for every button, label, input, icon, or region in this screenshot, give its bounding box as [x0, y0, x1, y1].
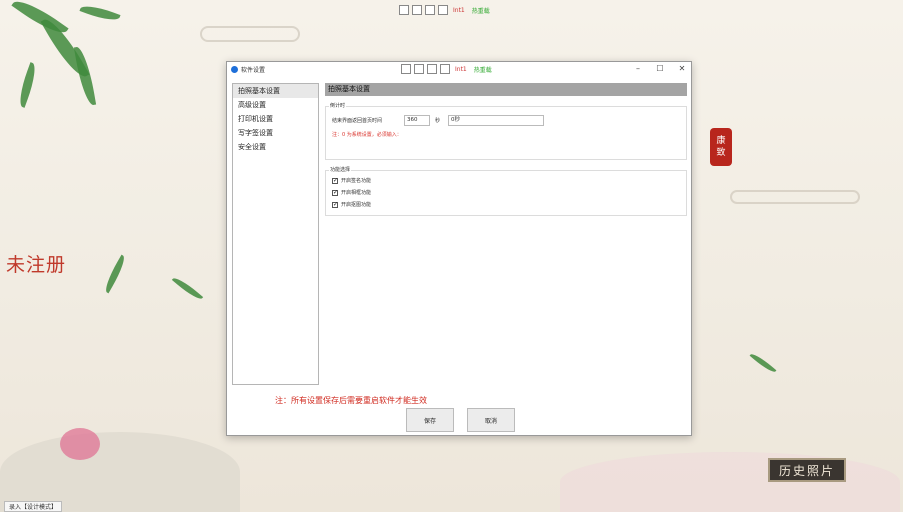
seal-stamp: 康 致: [710, 128, 732, 166]
toolbar-counter: Int1: [453, 6, 465, 14]
window-controls: – ☐ ✕: [633, 64, 687, 73]
settings-sidebar: 拍照基本设置 高级设置 打印机设置 写字签设置 安全设置: [232, 83, 319, 385]
group-title: 倒计时: [329, 102, 347, 109]
toolbar-icon[interactable]: [438, 5, 448, 15]
seal-char: 康: [716, 136, 726, 146]
signature-option[interactable]: 开启签名功能: [332, 177, 371, 184]
cutout-option[interactable]: 开启抠图功能: [332, 201, 371, 208]
unit-label: 秒: [435, 118, 441, 124]
toolbar-icon[interactable]: [425, 5, 435, 15]
sidebar-item-printer[interactable]: 打印机设置: [233, 112, 318, 126]
toolbar-icon[interactable]: [414, 64, 424, 74]
countdown-group: 倒计时 结束界面返回首页时间 360 秒 0秒 注：0 为系统设置，必须输入：: [325, 102, 687, 160]
checkbox-label: 开启签名功能: [341, 178, 372, 184]
unregistered-label: 未注册: [6, 254, 67, 276]
checkbox[interactable]: [332, 201, 338, 208]
sidebar-item-photo-basic[interactable]: 拍照基本设置: [233, 84, 318, 98]
countdown-note: 注：0 为系统设置，必须输入：: [332, 132, 402, 138]
features-group: 功能选择 开启签名功能 开启相框功能 开启抠图功能: [325, 166, 687, 216]
group-title: 功能选择: [329, 166, 352, 173]
toolbar-icon[interactable]: [399, 5, 409, 15]
settings-dialog: 软件设置 Int1 热重载 – ☐ ✕ 拍照基本设置 高级设置 打印机设置 写字…: [226, 61, 692, 436]
frame-option[interactable]: 开启相框功能: [332, 189, 371, 196]
toolbar-icon[interactable]: [401, 64, 411, 74]
toolbar-counter: Int1: [455, 65, 467, 73]
close-button[interactable]: ✕: [677, 64, 687, 73]
content-header: 拍照基本设置: [325, 83, 687, 96]
checkbox-label: 开启相框功能: [341, 190, 372, 196]
hot-reload-toggle[interactable]: 热重载: [470, 6, 492, 15]
countdown-label: 结束界面返回首页时间: [332, 118, 383, 124]
app-icon: [231, 65, 238, 73]
toolbar-icon[interactable]: [440, 64, 450, 74]
countdown-seconds-input[interactable]: 360: [404, 115, 430, 126]
cancel-button[interactable]: 取消: [467, 408, 515, 432]
status-text: 录入【设计模式】: [9, 504, 58, 511]
checkbox-label: 开启抠图功能: [341, 202, 372, 208]
status-bar: 录入【设计模式】: [4, 501, 63, 512]
seal-char: 致: [716, 148, 726, 158]
dialog-title: 软件设置: [241, 66, 266, 74]
maximize-button[interactable]: ☐: [655, 64, 665, 73]
settings-content: 拍照基本设置 倒计时 结束界面返回首页时间 360 秒 0秒 注：0 为系统设置…: [325, 83, 687, 385]
minimize-button[interactable]: –: [633, 64, 643, 73]
sidebar-item-security[interactable]: 安全设置: [233, 140, 318, 154]
sidebar-item-signature[interactable]: 写字签设置: [233, 126, 318, 140]
sidebar-item-advanced[interactable]: 高级设置: [233, 98, 318, 112]
designer-toolbar: Int1 热重载: [399, 4, 492, 16]
checkbox[interactable]: [332, 177, 338, 184]
toolbar-icon[interactable]: [427, 64, 437, 74]
checkbox[interactable]: [332, 189, 338, 196]
countdown-text-input[interactable]: 0秒: [448, 115, 545, 126]
hot-reload-toggle[interactable]: 热重载: [472, 65, 494, 74]
dialog-designer-toolbar: Int1 热重载: [401, 64, 494, 74]
restart-note: 注：所有设置保存后需要重启软件才能生效: [275, 396, 427, 405]
history-photos-button[interactable]: 历史照片: [768, 458, 846, 482]
toolbar-icon[interactable]: [412, 5, 422, 15]
save-button[interactable]: 保存: [406, 408, 454, 432]
